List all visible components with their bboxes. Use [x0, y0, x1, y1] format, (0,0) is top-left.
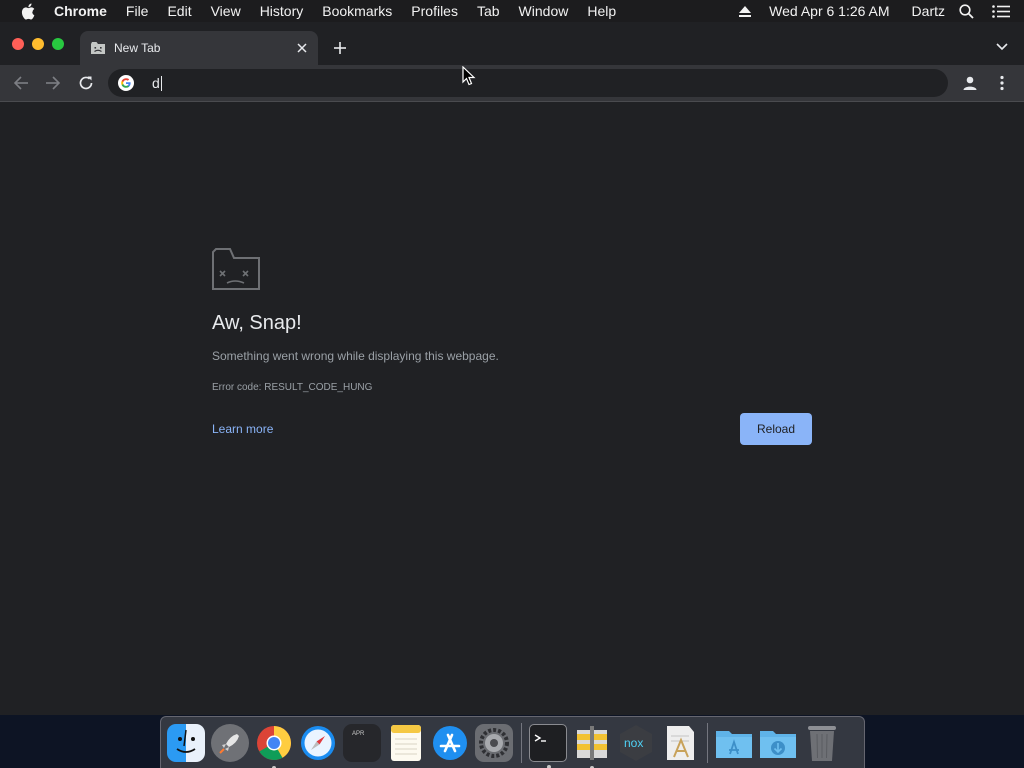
calendar-month-label: APR — [352, 731, 365, 737]
sad-tab-folder-icon — [212, 248, 260, 290]
downloads-folder-icon — [760, 730, 796, 758]
eject-icon[interactable] — [739, 5, 752, 17]
text-caret — [160, 76, 162, 92]
dock-notes[interactable] — [387, 724, 425, 762]
clock[interactable]: Wed Apr 6 1:26 AM — [769, 3, 889, 19]
safari-icon — [301, 725, 335, 760]
dock-trash[interactable] — [803, 724, 841, 762]
mouse-pointer-icon — [462, 65, 476, 86]
dock-system-preferences[interactable] — [475, 723, 513, 762]
dock-downloads-folder[interactable] — [759, 724, 797, 762]
tab-close-icon[interactable] — [292, 38, 312, 58]
reload-icon[interactable] — [76, 73, 96, 93]
dock-archive-utility[interactable] — [573, 724, 611, 768]
system-preferences-icon — [479, 727, 509, 758]
dock-app-store[interactable] — [431, 724, 469, 762]
spotlight-icon[interactable] — [959, 3, 974, 19]
new-tab-plus-icon[interactable] — [330, 38, 350, 58]
menu-window[interactable]: Window — [519, 3, 569, 19]
notes-icon — [391, 724, 421, 761]
chrome-icon — [257, 725, 291, 760]
menu-history[interactable]: History — [260, 3, 304, 19]
dock-divider — [521, 722, 522, 763]
menubar-status-area: Wed Apr 6 1:26 AM Dartz — [739, 0, 1024, 22]
omnibox[interactable]: d — [108, 69, 948, 97]
menu-profiles[interactable]: Profiles — [411, 3, 458, 19]
user-name[interactable]: Dartz — [912, 3, 945, 19]
dock-script-editor[interactable] — [661, 724, 699, 762]
running-indicator — [547, 764, 551, 768]
menu-bookmarks[interactable]: Bookmarks — [322, 3, 392, 19]
tab-strip: New Tab — [0, 22, 1024, 65]
app-store-icon — [433, 725, 467, 760]
browser-toolbar: d — [0, 65, 1024, 101]
finder-icon — [176, 729, 196, 753]
menu-view[interactable]: View — [211, 3, 241, 19]
menu-help[interactable]: Help — [587, 3, 616, 19]
window-minimize-button[interactable] — [32, 38, 44, 50]
dock-chrome[interactable] — [255, 724, 293, 768]
profile-avatar-icon[interactable] — [960, 73, 980, 93]
tab-title: New Tab — [114, 41, 161, 55]
calendar-icon: APR — [352, 731, 365, 737]
google-g-icon — [118, 75, 134, 91]
dock-launchpad[interactable] — [211, 723, 249, 762]
menu-edit[interactable]: Edit — [167, 3, 191, 19]
sad-tab-page: Aw, Snap! Something went wrong while dis… — [0, 102, 1024, 715]
dock-terminal[interactable] — [529, 723, 567, 768]
forward-arrow-icon[interactable] — [43, 73, 63, 93]
nox-icon: nox — [620, 724, 652, 761]
applications-folder-icon — [716, 730, 752, 758]
apple-icon[interactable] — [20, 2, 36, 20]
sad-tab-favicon-icon — [90, 40, 106, 56]
dock-applications-folder[interactable] — [715, 724, 753, 762]
menu-file[interactable]: File — [126, 3, 149, 19]
launchpad-icon — [219, 733, 239, 754]
menu-app-name[interactable]: Chrome — [54, 3, 107, 19]
archive-utility-icon — [577, 725, 607, 760]
menu-bar: Chrome File Edit View History Bookmarks … — [0, 0, 1024, 22]
control-center-icon[interactable] — [992, 4, 1010, 18]
nox-label: nox — [624, 736, 643, 750]
window-close-button[interactable] — [12, 38, 24, 50]
chrome-window: New Tab d Aw, Snap! Something went wrong… — [0, 22, 1024, 715]
tab-search-chevron-down-icon[interactable] — [994, 39, 1010, 55]
back-arrow-icon[interactable] — [11, 73, 31, 93]
error-message: Something went wrong while displaying th… — [212, 349, 499, 363]
script-editor-icon — [667, 725, 694, 760]
more-menu-icon[interactable] — [992, 73, 1012, 93]
dock: APR nox — [160, 716, 865, 768]
error-code: Error code: RESULT_CODE_HUNG — [212, 382, 373, 393]
omnibox-input[interactable]: d — [152, 75, 162, 92]
trash-icon — [808, 725, 836, 761]
window-maximize-button[interactable] — [52, 38, 64, 50]
terminal-icon — [534, 733, 546, 742]
learn-more-link[interactable]: Learn more — [212, 422, 273, 436]
dock-divider — [707, 722, 708, 763]
menu-tab[interactable]: Tab — [477, 3, 500, 19]
dock-nox[interactable]: nox — [617, 724, 655, 762]
omnibox-typed-text: d — [152, 74, 160, 91]
dock-calendar[interactable]: APR — [343, 723, 381, 762]
dock-safari[interactable] — [299, 724, 337, 762]
reload-button[interactable]: Reload — [740, 413, 812, 445]
error-title: Aw, Snap! — [212, 312, 302, 334]
dock-finder[interactable] — [167, 723, 205, 762]
tab-new-tab[interactable]: New Tab — [80, 31, 318, 65]
